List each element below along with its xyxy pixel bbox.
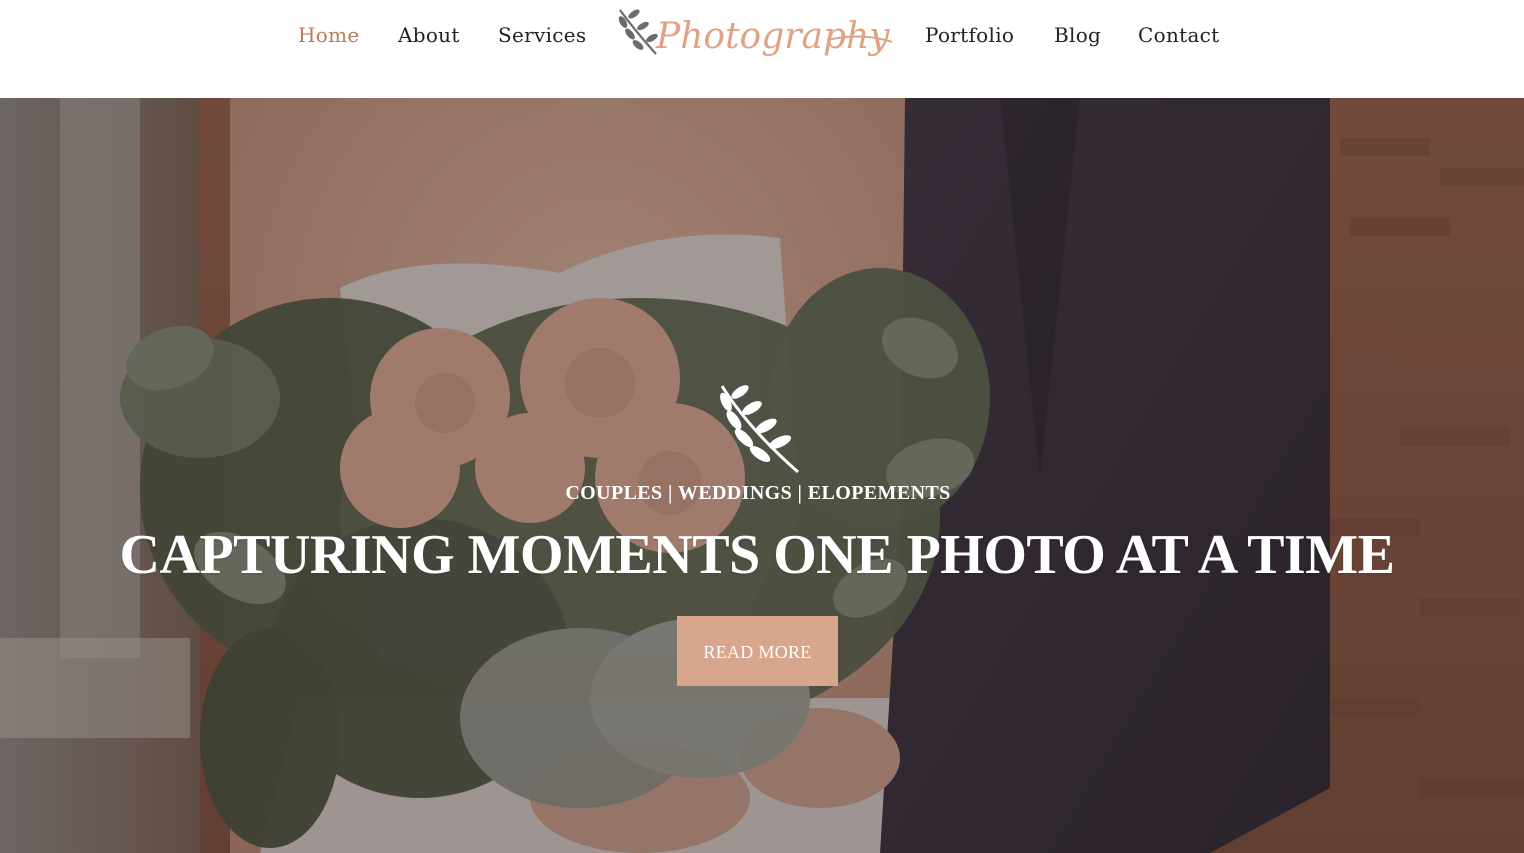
- nav-portfolio-link[interactable]: Portfolio: [925, 20, 1014, 50]
- hero-section: COUPLES | WEDDINGS | ELOPEMENTS CAPTURIN…: [0, 98, 1524, 853]
- hero-tagline: COUPLES | WEDDINGS | ELOPEMENTS: [565, 482, 951, 504]
- leaf-sprig-icon: [720, 385, 799, 474]
- site-logo[interactable]: Photography: [612, 2, 897, 72]
- nav-blog-link[interactable]: Blog: [1054, 20, 1101, 50]
- logo-leaf-icon: [618, 9, 658, 55]
- read-more-button[interactable]: READ MORE: [677, 616, 838, 686]
- nav-contact-link[interactable]: Contact: [1138, 20, 1220, 50]
- nav-about-link[interactable]: About: [398, 20, 460, 50]
- hero-title: CAPTURING MOMENTS ONE PHOTO AT A TIME: [119, 524, 1395, 586]
- nav-home-link[interactable]: Home: [298, 20, 359, 50]
- nav-services-link[interactable]: Services: [498, 20, 587, 50]
- site-header: Home About Services Photography Portfoli…: [0, 0, 1524, 98]
